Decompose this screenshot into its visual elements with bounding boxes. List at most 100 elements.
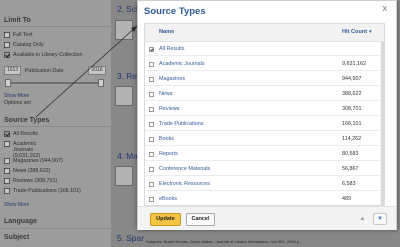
checkbox-icon[interactable] bbox=[149, 152, 154, 157]
cancel-button[interactable]: Cancel bbox=[186, 213, 215, 226]
hit-count: 6,583 bbox=[342, 181, 356, 187]
checkbox-icon[interactable] bbox=[149, 182, 154, 187]
divider bbox=[0, 126, 111, 127]
source-type-name[interactable]: Magazines bbox=[159, 76, 185, 82]
result-number: 2. bbox=[117, 4, 125, 14]
date-slider-end-handle[interactable] bbox=[98, 79, 104, 87]
hit-count: 388,622 bbox=[342, 91, 362, 97]
table-row[interactable]: Academic Journals 9,631,162 bbox=[145, 57, 384, 71]
source-types-heading[interactable]: Source Types bbox=[4, 117, 49, 124]
source-type-name[interactable]: eBooks bbox=[159, 196, 177, 202]
hit-count: 489 bbox=[342, 196, 351, 202]
source-type-name[interactable]: Academic Journals bbox=[159, 61, 205, 67]
full-text-label: Full Text bbox=[13, 32, 33, 38]
year-to-input[interactable]: 2016 bbox=[88, 66, 106, 75]
checkbox-icon[interactable] bbox=[149, 107, 154, 112]
sort-arrow-icon: ▼ bbox=[368, 29, 373, 34]
trade-publications-label: Trade Publications (166,101) bbox=[13, 188, 81, 194]
subject-heading[interactable]: Subject bbox=[4, 234, 29, 241]
result-thumbnail[interactable] bbox=[115, 86, 133, 106]
result-title[interactable]: Spar bbox=[126, 233, 144, 243]
table-row[interactable]: Magazines 944,907 bbox=[145, 72, 384, 86]
source-type-name[interactable]: Reports bbox=[159, 151, 178, 157]
result-thumbnail[interactable] bbox=[115, 20, 133, 40]
table-row[interactable]: Trade Publications 166,101 bbox=[145, 117, 384, 131]
divider bbox=[0, 228, 111, 229]
checkbox-icon[interactable] bbox=[149, 122, 154, 127]
limit-show-more-link[interactable]: Show More bbox=[4, 93, 29, 99]
hit-count: 944,907 bbox=[342, 76, 362, 82]
hit-count: 114,262 bbox=[342, 136, 362, 142]
date-slider-start-handle[interactable] bbox=[5, 79, 11, 87]
result-thumbnail[interactable] bbox=[115, 166, 133, 186]
available-in-library-checkbox[interactable] bbox=[4, 52, 10, 58]
name-column-header[interactable]: Name bbox=[159, 29, 174, 35]
source-show-more-link[interactable]: Show More bbox=[4, 202, 29, 208]
result-number: 3. bbox=[117, 71, 125, 81]
result-number: 4. bbox=[117, 151, 125, 161]
catalog-only-checkbox[interactable] bbox=[4, 42, 10, 48]
result-item[interactable]: 5. Spar bbox=[115, 233, 144, 243]
hit-count-column-header[interactable]: Hit Count▼ bbox=[342, 29, 373, 35]
trade-publications-checkbox[interactable] bbox=[4, 188, 10, 194]
all-results-label: All Results bbox=[13, 131, 39, 137]
options-set-label: Options set bbox=[4, 100, 31, 106]
checkbox-icon[interactable] bbox=[149, 137, 154, 142]
table-row[interactable]: News 388,622 bbox=[145, 87, 384, 101]
date-slider-track bbox=[6, 82, 104, 84]
table-row[interactable]: Reviews 308,701 bbox=[145, 102, 384, 116]
hit-count: 166,101 bbox=[342, 121, 362, 127]
magazines-label: Magazines (944,907) bbox=[13, 158, 63, 164]
reviews-checkbox[interactable] bbox=[4, 178, 10, 184]
checkbox-icon[interactable] bbox=[149, 197, 154, 202]
limit-to-heading: Limit To bbox=[4, 17, 31, 24]
table-row[interactable]: Conference Materials 56,867 bbox=[145, 162, 384, 176]
news-checkbox[interactable] bbox=[4, 168, 10, 174]
source-types-modal: Source Types X Name Hit Count▼ All Resul… bbox=[137, 0, 397, 230]
source-type-name[interactable]: Books bbox=[159, 136, 174, 142]
source-type-name[interactable]: News bbox=[159, 91, 172, 97]
checkbox-icon[interactable] bbox=[149, 62, 154, 67]
modal-footer: Update Cancel ▲ ▼ bbox=[138, 206, 396, 230]
divider bbox=[0, 26, 111, 27]
close-icon[interactable]: X bbox=[382, 6, 387, 13]
table-row[interactable]: Electronic Resources 6,583 bbox=[145, 177, 384, 191]
arrow-down-icon[interactable]: ▼ bbox=[373, 213, 387, 225]
update-button[interactable]: Update bbox=[150, 213, 181, 226]
modal-title: Source Types bbox=[144, 6, 206, 17]
table-row[interactable]: All Results bbox=[145, 42, 384, 56]
table-row[interactable]: Books 114,262 bbox=[145, 132, 384, 146]
source-type-name[interactable]: Conference Materials bbox=[159, 166, 210, 172]
checkbox-icon[interactable] bbox=[149, 167, 154, 172]
table-row[interactable]: eBooks 489 bbox=[145, 192, 384, 205]
hit-count-label: Hit Count bbox=[342, 29, 368, 35]
table-scrollbar-thumb[interactable] bbox=[381, 42, 384, 205]
all-results-checkbox[interactable] bbox=[4, 131, 10, 137]
publication-date-label: Publication Date bbox=[25, 68, 64, 74]
hit-count: 80,583 bbox=[342, 151, 359, 157]
full-text-checkbox[interactable] bbox=[4, 32, 10, 38]
source-type-name[interactable]: Reviews bbox=[159, 106, 179, 112]
arrow-up-icon[interactable]: ▲ bbox=[356, 213, 369, 225]
source-types-table: Name Hit Count▼ All Results Academic Jour… bbox=[144, 23, 385, 206]
year-from-input[interactable]: 1013 bbox=[4, 66, 21, 75]
language-heading[interactable]: Language bbox=[4, 218, 37, 225]
checkbox-icon[interactable] bbox=[149, 47, 154, 52]
table-row[interactable]: Reports 80,583 bbox=[145, 147, 384, 161]
checkbox-icon[interactable] bbox=[149, 77, 154, 82]
hit-count: 56,867 bbox=[342, 166, 359, 172]
magazines-checkbox[interactable] bbox=[4, 158, 10, 164]
source-type-name[interactable]: All Results bbox=[159, 46, 184, 52]
academic-journals-checkbox[interactable] bbox=[4, 141, 10, 147]
sidebar: Limit To Full Text Catalog Only Availabl… bbox=[0, 0, 111, 247]
result-citation: Subjects: Board Nurses, Music Active...J… bbox=[146, 239, 303, 244]
checkbox-icon[interactable] bbox=[149, 92, 154, 97]
table-header: Name Hit Count▼ bbox=[145, 24, 384, 42]
result-number: 5. bbox=[117, 233, 125, 243]
reviews-label: Reviews (308,701) bbox=[13, 178, 58, 184]
source-type-name[interactable]: Electronic Resources bbox=[159, 181, 210, 187]
hit-count: 9,631,162 bbox=[342, 61, 366, 67]
available-in-library-label: Available in Library Collection bbox=[13, 52, 83, 58]
source-type-name[interactable]: Trade Publications bbox=[159, 121, 203, 127]
academic-journals-label: Academic Journals (9,631,162) bbox=[13, 141, 41, 159]
